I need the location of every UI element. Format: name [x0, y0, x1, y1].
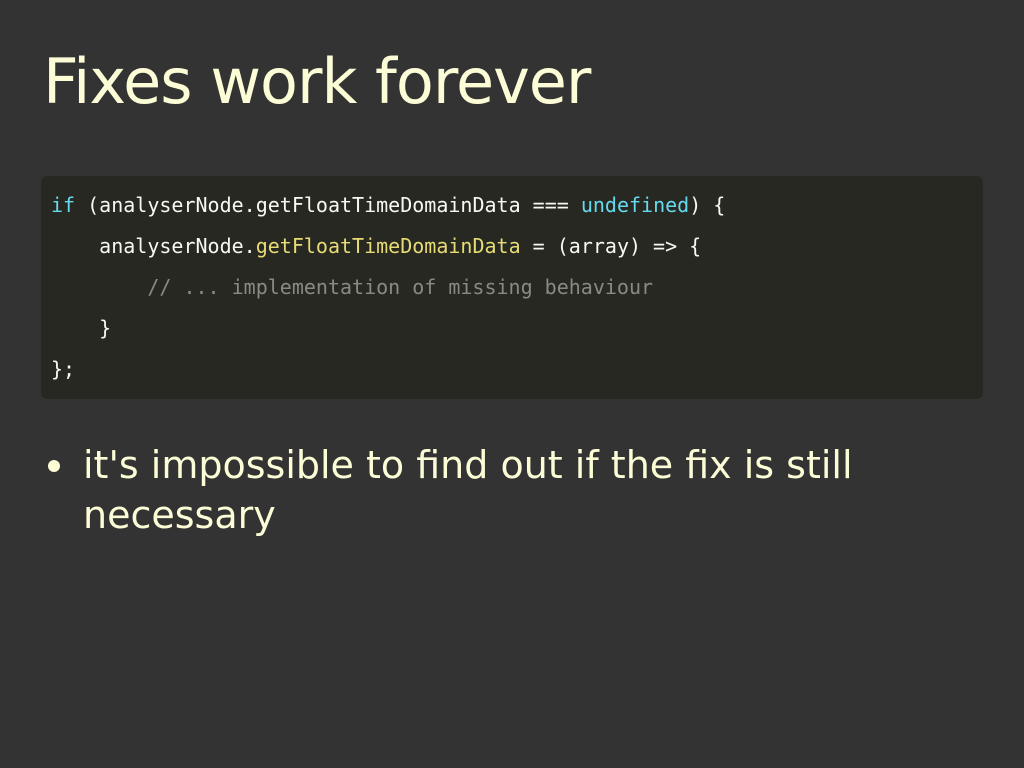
- code-method-name: getFloatTimeDomainData: [255, 234, 521, 258]
- code-builtin-undefined: undefined: [580, 193, 690, 217]
- code-text: };: [51, 357, 76, 381]
- code-text: (analyserNode.getFloatTimeDomainData ===: [75, 193, 581, 217]
- code-keyword-if: if: [51, 193, 76, 217]
- code-text: }: [51, 316, 112, 340]
- bullet-list: it's impossible to find out if the fix i…: [48, 440, 948, 540]
- code-line-4: }: [51, 308, 983, 349]
- code-text: ) {: [689, 193, 726, 217]
- slide-title: Fixes work forever: [43, 45, 591, 118]
- code-line-1: if (analyserNode.getFloatTimeDomainData …: [51, 185, 983, 226]
- code-comment: // ... implementation of missing behavio…: [147, 275, 654, 299]
- code-line-5: };: [51, 349, 983, 390]
- bullet-text: it's impossible to find out if the fix i…: [83, 443, 853, 537]
- code-text: = (array) => {: [520, 234, 702, 258]
- bullet-item: it's impossible to find out if the fix i…: [48, 440, 948, 540]
- code-block: if (analyserNode.getFloatTimeDomainData …: [41, 176, 983, 399]
- bullet-dot-icon: [48, 460, 60, 472]
- code-text: analyserNode.: [51, 234, 256, 258]
- code-line-2: analyserNode.getFloatTimeDomainData = (a…: [51, 226, 983, 267]
- code-line-3: // ... implementation of missing behavio…: [51, 267, 983, 308]
